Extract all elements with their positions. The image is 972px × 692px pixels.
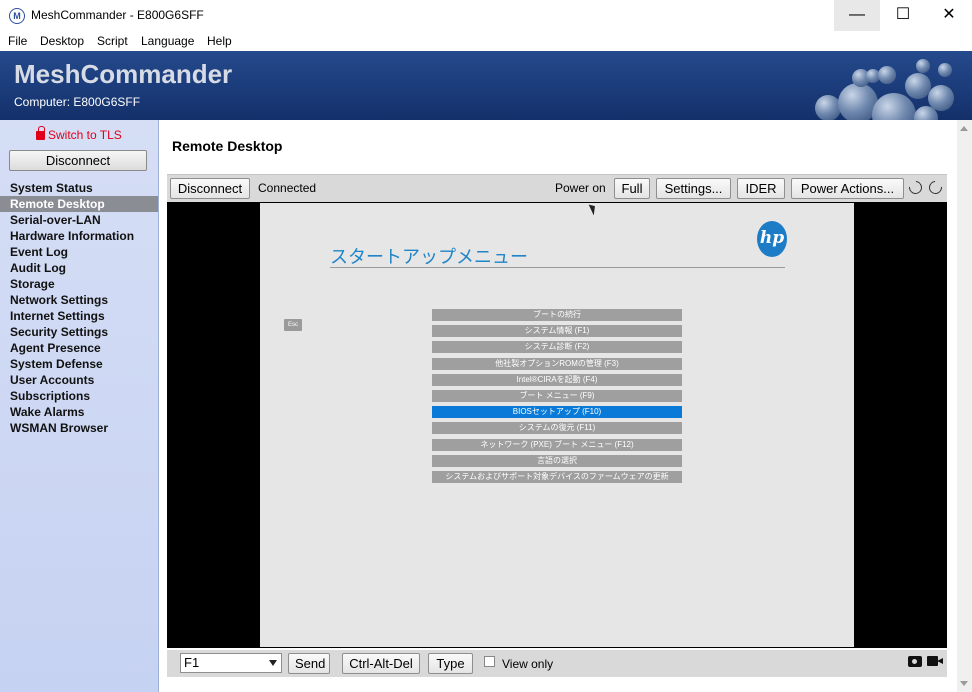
sidebar-item-audit-log[interactable]: Audit Log: [0, 260, 158, 276]
full-button[interactable]: Full: [614, 178, 650, 199]
connection-status: Connected: [258, 181, 317, 195]
window-title: MeshCommander - E800G6SFF: [31, 8, 204, 22]
disconnect-button[interactable]: Disconnect: [170, 178, 250, 199]
menu-help[interactable]: Help: [207, 34, 232, 48]
rotate-right-icon[interactable]: [926, 178, 945, 197]
sidebar-item-storage[interactable]: Storage: [0, 276, 158, 292]
ctrl-alt-del-button[interactable]: Ctrl-Alt-Del: [342, 653, 420, 674]
sidebar-disconnect-button[interactable]: Disconnect: [9, 150, 147, 171]
settings-button[interactable]: Settings...: [656, 178, 731, 199]
switch-to-tls-link[interactable]: Switch to TLS: [36, 126, 122, 142]
video-camera-icon[interactable]: [927, 656, 943, 666]
sidebar-nav: System Status Remote Desktop Serial-over-L…: [0, 180, 158, 436]
vertical-scrollbar[interactable]: [957, 120, 972, 692]
sidebar-item-agent-presence[interactable]: Agent Presence: [0, 340, 158, 356]
maximize-button[interactable]: ☐: [880, 0, 926, 31]
sidebar-item-wsman-browser[interactable]: WSMAN Browser: [0, 420, 158, 436]
bios-menu-list: ブートの続行 システム情報 (F1) システム診断 (F2) 他社製オプションROMの…: [432, 309, 682, 487]
power-status: Power on: [555, 181, 606, 195]
bios-menu-item[interactable]: 言語の選択: [432, 454, 682, 467]
sidebar-item-subscriptions[interactable]: Subscriptions: [0, 388, 158, 404]
sidebar-item-system-status[interactable]: System Status: [0, 180, 158, 196]
key-select-value: F1: [184, 655, 200, 670]
sidebar-item-system-defense[interactable]: System Defense: [0, 356, 158, 372]
title-bar: M MeshCommander - E800G6SFF — ☐ ✕: [0, 0, 972, 31]
rotate-left-icon[interactable]: [906, 178, 925, 197]
dropdown-arrow-icon: [269, 660, 277, 666]
bios-startup-menu[interactable]: スタートアップメニュー hp Esc ブートの続行 システム情報 (F1) システム…: [260, 202, 854, 647]
minimize-button[interactable]: —: [834, 0, 880, 31]
menu-bar: File Desktop Script Language Help: [0, 31, 972, 51]
bios-menu-item[interactable]: ネットワーク (PXE) ブート メニュー (F12): [432, 438, 682, 451]
menu-file[interactable]: File: [8, 34, 27, 48]
sidebar-item-event-log[interactable]: Event Log: [0, 244, 158, 260]
bios-menu-item[interactable]: BIOSセットアップ (F10): [432, 406, 682, 419]
close-button[interactable]: ✕: [926, 0, 972, 31]
computer-name: Computer: E800G6SFF: [14, 95, 141, 109]
key-select[interactable]: F1: [180, 653, 282, 673]
view-only-checkbox[interactable]: [484, 656, 495, 667]
sidebar-item-internet-settings[interactable]: Internet Settings: [0, 308, 158, 324]
unlock-icon: [36, 126, 45, 140]
remote-desktop-bottom-toolbar: F1 Send Ctrl-Alt-Del Type View only: [167, 650, 947, 677]
sidebar-item-hardware-information[interactable]: Hardware Information: [0, 228, 158, 244]
ider-button[interactable]: IDER: [737, 178, 785, 199]
remote-desktop-toolbar: Disconnect Connected Power on Full Setti…: [167, 174, 947, 202]
switch-to-tls-label: Switch to TLS: [48, 128, 122, 142]
app-header: MeshCommander Computer: E800G6SFF: [0, 51, 972, 120]
scroll-down-icon[interactable]: [960, 681, 968, 686]
mouse-cursor-icon: [588, 202, 599, 216]
bios-menu-item[interactable]: システムおよびサポート対象デバイスのファームウェアの更新: [432, 470, 682, 483]
hp-logo-icon: hp: [757, 221, 787, 257]
menu-language[interactable]: Language: [141, 34, 194, 48]
sidebar-item-network-settings[interactable]: Network Settings: [0, 292, 158, 308]
sidebar: Switch to TLS Disconnect System Status Re…: [0, 120, 159, 692]
page-title: Remote Desktop: [172, 138, 283, 154]
esc-key[interactable]: Esc: [284, 319, 302, 331]
send-button[interactable]: Send: [288, 653, 330, 674]
type-button[interactable]: Type: [428, 653, 473, 674]
scroll-up-icon[interactable]: [960, 126, 968, 131]
sidebar-item-user-accounts[interactable]: User Accounts: [0, 372, 158, 388]
bios-menu-item[interactable]: システム診断 (F2): [432, 341, 682, 354]
sidebar-item-wake-alarms[interactable]: Wake Alarms: [0, 404, 158, 420]
view-only-label: View only: [502, 657, 554, 671]
bios-menu-item[interactable]: 他社製オプションROMの管理 (F3): [432, 357, 682, 370]
app-icon: M: [9, 8, 25, 24]
bios-menu-item[interactable]: システム情報 (F1): [432, 325, 682, 338]
sidebar-item-remote-desktop[interactable]: Remote Desktop: [0, 196, 158, 212]
menu-script[interactable]: Script: [97, 34, 128, 48]
remote-screen[interactable]: スタートアップメニュー hp Esc ブートの続行 システム情報 (F1) システム…: [167, 202, 947, 648]
camera-icon[interactable]: [908, 656, 922, 667]
bios-menu-item[interactable]: Intel®CIRAを起動 (F4): [432, 373, 682, 386]
sidebar-item-serial-over-lan[interactable]: Serial-over-LAN: [0, 212, 158, 228]
menu-desktop[interactable]: Desktop: [40, 34, 84, 48]
bios-title-divider: [330, 267, 785, 268]
bios-title: スタートアップメニュー: [330, 247, 528, 267]
brand-title: MeshCommander: [14, 59, 233, 89]
sidebar-item-security-settings[interactable]: Security Settings: [0, 324, 158, 340]
bios-menu-item[interactable]: ブートの続行: [432, 309, 682, 321]
bios-menu-item[interactable]: ブート メニュー (F9): [432, 389, 682, 402]
bios-menu-item[interactable]: システムの復元 (F11): [432, 422, 682, 435]
power-actions-button[interactable]: Power Actions...: [791, 178, 904, 199]
